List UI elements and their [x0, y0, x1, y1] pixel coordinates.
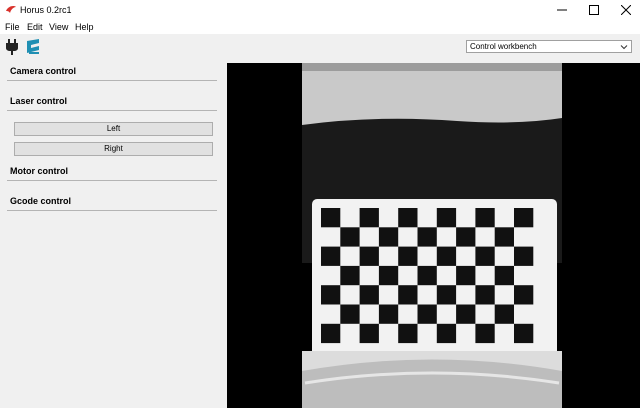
checker-square	[456, 304, 476, 324]
motor-control-header[interactable]: Motor control	[10, 166, 68, 176]
checker-square	[340, 227, 360, 247]
connect-button[interactable]	[3, 38, 21, 56]
checker-square	[398, 208, 418, 228]
checker-square	[398, 285, 418, 305]
checker-square	[359, 246, 379, 266]
checker-square	[475, 323, 495, 344]
checker-square	[359, 285, 379, 305]
checker-square	[475, 285, 495, 305]
checker-square	[494, 265, 514, 286]
scanner-back-wall	[302, 63, 562, 125]
minimize-button[interactable]	[546, 0, 578, 20]
control-sidebar: Camera control Laser control Left Right …	[0, 62, 226, 408]
calibration-pattern	[312, 199, 557, 356]
checker-square	[417, 227, 437, 247]
menu-view[interactable]: View	[49, 22, 68, 32]
checker-square	[436, 246, 457, 266]
maximize-button[interactable]	[578, 0, 610, 20]
divider	[7, 210, 217, 211]
checker-square	[514, 285, 534, 305]
checker-square	[417, 304, 437, 324]
camera-viewer	[227, 63, 640, 408]
checker-square	[475, 246, 495, 266]
horus-app-icon	[5, 5, 17, 15]
checker-square	[321, 323, 341, 344]
checker-square	[494, 227, 514, 247]
camera-image	[227, 63, 640, 408]
checker-square	[456, 227, 476, 247]
laser-left-button[interactable]: Left	[14, 122, 213, 136]
checker-square	[398, 323, 418, 344]
divider	[7, 110, 217, 111]
scanner-button[interactable]	[24, 38, 42, 56]
chevron-down-icon	[620, 43, 628, 51]
checker-square	[321, 208, 341, 228]
checker-square	[475, 208, 495, 228]
checker-square	[359, 323, 379, 344]
checker-square	[436, 285, 457, 305]
close-icon	[621, 5, 631, 15]
checker-square	[514, 323, 534, 344]
checker-square	[340, 304, 360, 324]
minimize-icon	[557, 9, 567, 11]
checker-square	[436, 323, 457, 344]
plug-icon	[6, 39, 18, 55]
checker-square	[321, 246, 341, 266]
menu-file[interactable]: File	[5, 22, 20, 32]
checker-square	[378, 265, 399, 286]
menu-help[interactable]: Help	[75, 22, 94, 32]
maximize-icon	[589, 5, 599, 15]
checker-square	[494, 304, 514, 324]
close-button[interactable]	[610, 0, 640, 20]
checker-square	[398, 246, 418, 266]
checker-square	[436, 208, 457, 228]
checker-square	[514, 246, 534, 266]
checker-square	[359, 208, 379, 228]
gcode-control-header[interactable]: Gcode control	[10, 196, 71, 206]
checker-square	[456, 265, 476, 286]
checker-square	[378, 227, 399, 247]
laser-right-button[interactable]: Right	[14, 142, 213, 156]
app-window: Horus 0.2rc1 File Edit View Help Control…	[0, 0, 640, 408]
checker-square	[417, 265, 437, 286]
scanner-top-edge	[302, 63, 562, 71]
laser-control-header[interactable]: Laser control	[10, 96, 67, 106]
scanner-icon	[27, 39, 39, 54]
checker-square	[340, 265, 360, 286]
title-bar: Horus 0.2rc1	[0, 0, 640, 20]
divider	[7, 80, 217, 81]
menu-bar: File Edit View Help	[0, 20, 640, 34]
divider	[7, 180, 217, 181]
window-title: Horus 0.2rc1	[20, 5, 72, 15]
checker-square	[321, 285, 341, 305]
camera-control-header[interactable]: Camera control	[10, 66, 76, 76]
turntable-base	[302, 359, 562, 408]
menu-edit[interactable]: Edit	[27, 22, 43, 32]
checker-square	[514, 208, 534, 228]
workbench-select[interactable]: Control workbench	[466, 40, 632, 53]
checker-square	[378, 304, 399, 324]
workbench-select-value: Control workbench	[470, 42, 537, 51]
